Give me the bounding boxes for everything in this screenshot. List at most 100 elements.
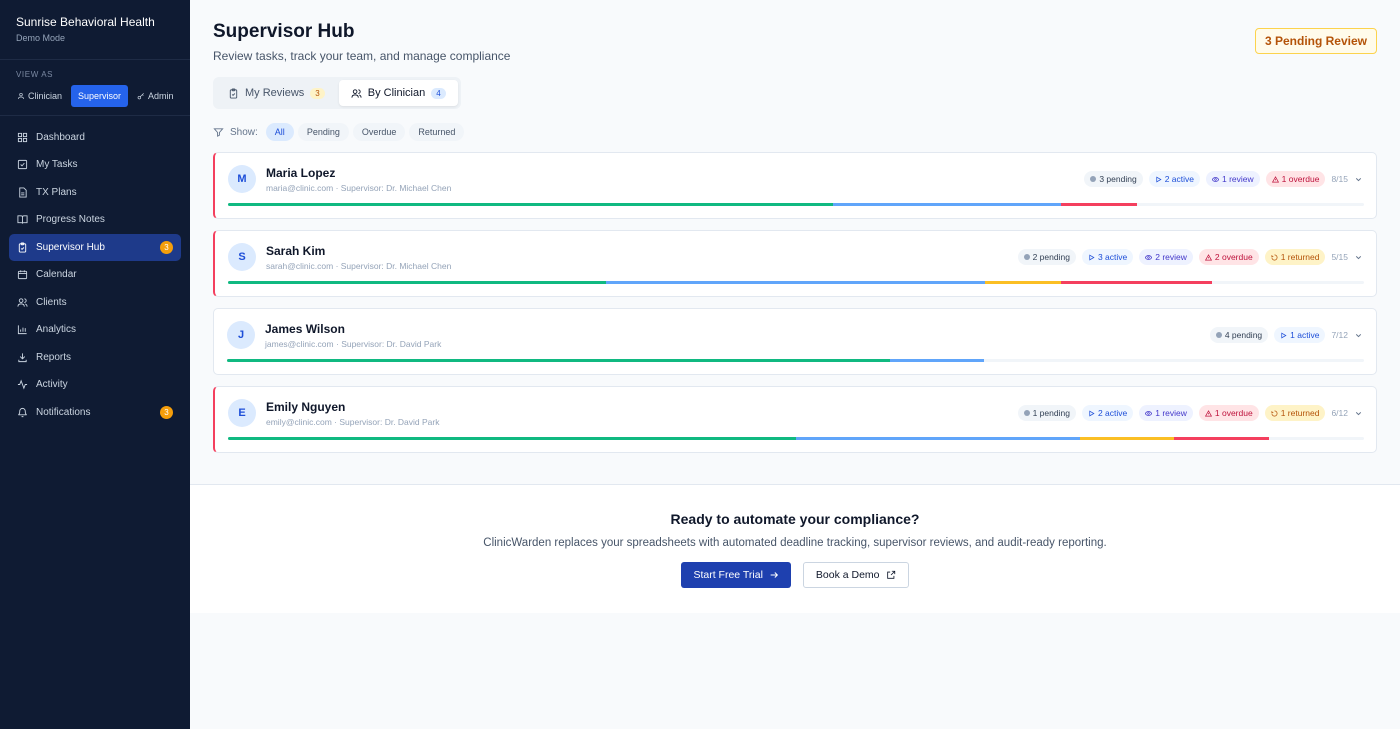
chevron-down-icon[interactable] (1354, 331, 1363, 340)
users-icon (351, 88, 362, 98)
play-icon (1281, 332, 1287, 338)
sidebar-item-activity[interactable]: Activity (9, 372, 181, 399)
clinician-email: james@clinic.com (265, 338, 334, 349)
sidebar-item-label: Clients (36, 296, 67, 308)
clinician-card[interactable]: M Maria Lopez maria@clinic.com · Supervi… (213, 152, 1377, 219)
grid-icon (17, 132, 28, 142)
sidebar-item-reports[interactable]: Reports (9, 344, 181, 371)
role-clinician-button[interactable]: Clinician (12, 85, 67, 107)
filter-chip-all[interactable]: All (265, 123, 294, 141)
sidebar-item-supervisor-hub[interactable]: Supervisor Hub 3 (9, 234, 181, 261)
sidebar-item-calendar[interactable]: Calendar (9, 262, 181, 289)
main-content: Supervisor Hub Review tasks, track your … (190, 0, 1400, 729)
sidebar-item-tx-plans[interactable]: TX Plans (9, 179, 181, 206)
status-pills: 2 pending 3 active 2 review 2 overdue 1 retu… (1017, 249, 1326, 265)
status-pill-pending: 2 pending (1017, 249, 1076, 265)
alert-triangle-icon (1204, 253, 1212, 260)
tab-label: My Reviews (245, 87, 305, 99)
sidebar-nav: Dashboard My Tasks TX Plans Progress Not… (0, 116, 190, 434)
pill-label: 1 review (1221, 174, 1254, 184)
activity-icon (17, 379, 28, 390)
clinician-card[interactable]: J James Wilson james@clinic.com · Superv… (213, 308, 1377, 375)
arrow-right-icon (770, 572, 778, 578)
clinician-info: Emily Nguyen emily@clinic.com · Supervis… (266, 400, 1018, 427)
view-as-section: VIEW AS Clinician Supervisor Admin (0, 60, 190, 116)
clinician-info: Sarah Kim sarah@clinic.com · Supervisor:… (266, 244, 1018, 271)
progress-bar (227, 359, 1364, 362)
card-header: M Maria Lopez maria@clinic.com · Supervi… (228, 165, 1363, 193)
completion-ratio: 8/15 (1331, 174, 1348, 184)
completion-ratio: 6/12 (1331, 408, 1348, 418)
sidebar: Sunrise Behavioral Health Demo Mode VIEW… (0, 0, 190, 729)
status-pill-overdue: 2 overdue (1198, 249, 1259, 265)
sidebar-item-label: Analytics (36, 324, 77, 336)
chevron-down-icon[interactable] (1354, 253, 1363, 262)
start-free-trial-button[interactable]: Start Free Trial (681, 562, 791, 588)
clinician-name: Sarah Kim (266, 243, 326, 258)
filter-chip-pending[interactable]: Pending (297, 123, 349, 141)
status-pill-review: 1 review (1205, 171, 1260, 187)
status-pill-active: 2 active (1148, 171, 1200, 187)
sidebar-item-label: Dashboard (36, 131, 85, 143)
role-supervisor-button[interactable]: Supervisor (71, 85, 129, 107)
role-admin-button[interactable]: Admin (132, 85, 179, 107)
pill-label: 1 overdue (1214, 408, 1253, 418)
clinician-meta: james@clinic.com · Supervisor: Dr. David… (265, 338, 442, 349)
book-demo-button[interactable]: Book a Demo (802, 562, 909, 588)
clinician-info: Maria Lopez maria@clinic.com · Superviso… (266, 166, 1084, 193)
sidebar-item-label: My Tasks (36, 159, 78, 171)
sidebar-item-dashboard[interactable]: Dashboard (9, 124, 181, 151)
page-subtitle: Review tasks, track your team, and manag… (213, 49, 511, 63)
filter-chip-overdue[interactable]: Overdue (352, 123, 406, 141)
tab-by-clinician[interactable]: By Clinician 4 (338, 80, 458, 106)
progress-segment (1174, 437, 1269, 440)
tab-count: 3 (310, 87, 325, 99)
pill-label: 2 overdue (1214, 252, 1253, 262)
progress-segment (833, 203, 1061, 206)
sidebar-badge: 3 (160, 240, 173, 254)
sidebar-item-analytics[interactable]: Analytics (9, 317, 181, 344)
progress-segment (984, 281, 1061, 284)
sidebar-item-label: Supervisor Hub (36, 241, 105, 253)
pill-label: 1 review (1155, 408, 1187, 418)
status-pill-active: 3 active (1081, 249, 1134, 265)
clinician-email: emily@clinic.com (266, 416, 332, 427)
sidebar-item-progress-notes[interactable]: Progress Notes (9, 207, 181, 234)
clinician-supervisor: Supervisor: Dr. Michael Chen (340, 182, 452, 193)
clinician-card[interactable]: S Sarah Kim sarah@clinic.com · Superviso… (213, 230, 1377, 297)
progress-segment (1060, 203, 1137, 206)
clinician-meta: sarah@clinic.com · Supervisor: Dr. Micha… (266, 260, 452, 271)
clinician-list: M Maria Lopez maria@clinic.com · Supervi… (213, 152, 1377, 453)
tab-my-reviews[interactable]: My Reviews 3 (216, 80, 337, 106)
cta-text: ClinicWarden replaces your spreadsheets … (483, 537, 1107, 549)
clinician-email: maria@clinic.com (266, 182, 334, 193)
sidebar-item-label: TX Plans (36, 186, 77, 198)
clinician-supervisor: Supervisor: Dr. Michael Chen (340, 260, 452, 271)
button-label: Book a Demo (815, 569, 880, 581)
status-pill-active: 2 active (1081, 405, 1134, 421)
avatar: S (228, 243, 256, 271)
progress-segment (227, 359, 890, 362)
card-header: J James Wilson james@clinic.com · Superv… (227, 321, 1363, 349)
sidebar-item-my-tasks[interactable]: My Tasks (9, 152, 181, 179)
org-name: Sunrise Behavioral Health (16, 15, 155, 29)
sidebar-item-clients[interactable]: Clients (9, 289, 181, 316)
alert-triangle-icon (1271, 175, 1279, 182)
status-pills: 4 pending 1 active (1209, 327, 1326, 343)
progress-segment (889, 359, 985, 362)
chevron-down-icon[interactable] (1354, 409, 1363, 418)
progress-segment (228, 203, 834, 206)
completion-ratio: 7/12 (1331, 330, 1348, 340)
pill-label: 2 active (1097, 408, 1128, 418)
status-pill-review: 2 review (1139, 249, 1193, 265)
completion-ratio: 5/15 (1331, 252, 1348, 262)
cta-title: Ready to automate your compliance? (670, 511, 920, 527)
clinician-card[interactable]: E Emily Nguyen emily@clinic.com · Superv… (213, 386, 1377, 453)
chevron-down-icon[interactable] (1354, 175, 1363, 184)
avatar: M (228, 165, 256, 193)
filter-chip-returned[interactable]: Returned (409, 123, 465, 141)
role-label: Admin (148, 91, 174, 101)
sidebar-item-notifications[interactable]: Notifications 3 (9, 399, 181, 426)
pill-label: 3 pending (1099, 174, 1137, 184)
progress-segment (606, 281, 985, 284)
